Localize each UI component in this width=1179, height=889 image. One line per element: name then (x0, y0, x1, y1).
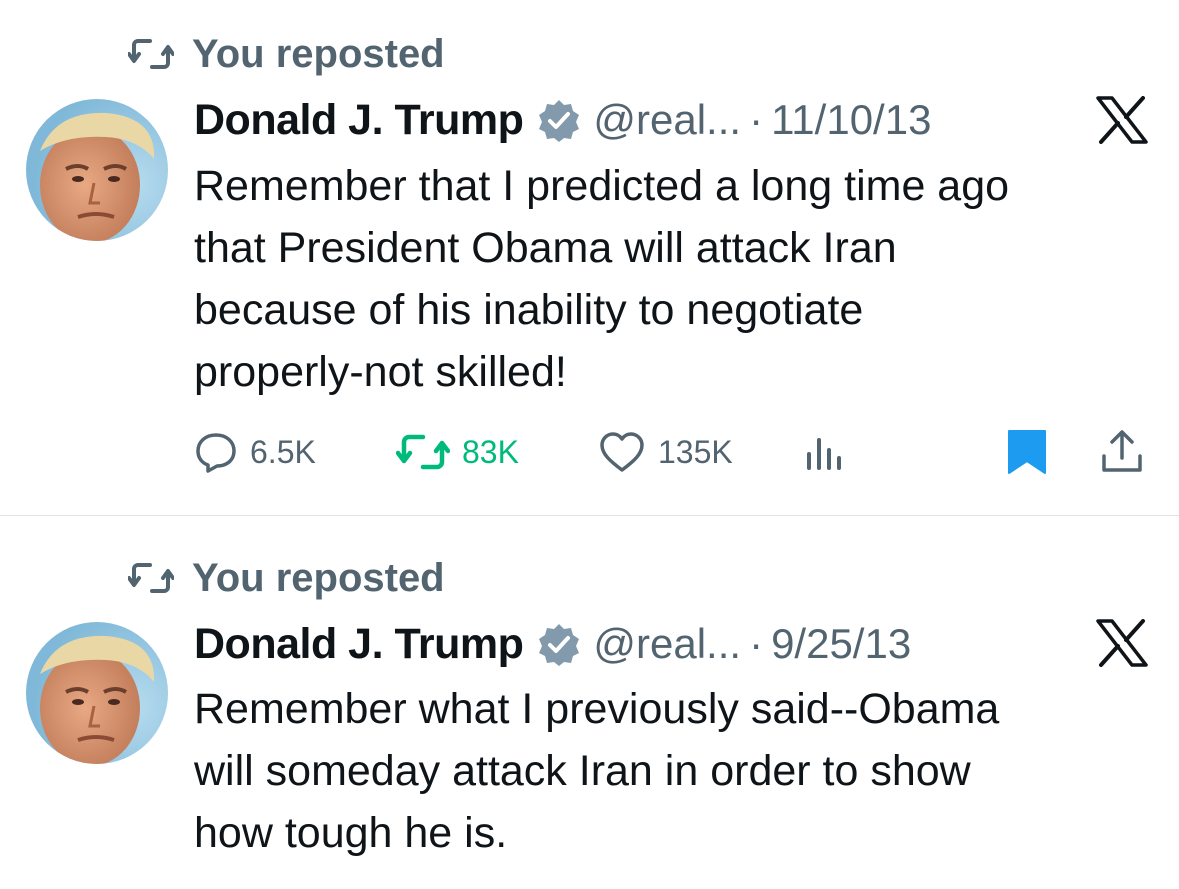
post-text: Remember that I predicted a long time ag… (194, 155, 1134, 403)
reply-count: 6.5K (250, 433, 316, 470)
views-button[interactable] (802, 422, 846, 482)
avatar[interactable] (26, 622, 168, 764)
post-text-line: Remember that I predicted a long time ag… (194, 162, 1010, 210)
reply-icon (196, 433, 236, 473)
post[interactable]: You reposted Donald J. Trump @real... · … (0, 517, 1179, 889)
post-text-line: Remember what I previously said--Obama (194, 685, 1000, 733)
post-header: Donald J. Trump @real... · 9/25/13 (194, 616, 911, 672)
like-count: 135K (658, 433, 733, 470)
repost-label: You reposted (192, 31, 445, 76)
bookmark-icon (1008, 430, 1046, 474)
avatar-image (26, 99, 168, 241)
repost-icon (128, 563, 174, 593)
x-logo-icon (1096, 619, 1148, 667)
post-text-line: properly-not skilled! (194, 348, 567, 396)
reply-button[interactable]: 6.5K (194, 422, 316, 482)
share-button[interactable] (1098, 422, 1146, 482)
repost-count: 83K (462, 433, 519, 470)
post-header: Donald J. Trump @real... · 11/10/13 (194, 92, 931, 148)
post-text: Remember what I previously said--Obama w… (194, 678, 1134, 864)
repost-icon (128, 39, 174, 69)
repost-context: You reposted (128, 553, 445, 603)
author-handle[interactable]: @real... (593, 620, 741, 668)
share-icon (1102, 430, 1142, 472)
repost-context: You reposted (128, 29, 445, 79)
post[interactable]: You reposted Donald J. Trump @real... · … (0, 0, 1179, 516)
post-date[interactable]: 11/10/13 (771, 96, 931, 144)
author-handle[interactable]: @real... (593, 96, 741, 144)
post-text-line: how tough he is. (194, 809, 508, 857)
post-text-line: will someday attack Iran in order to sho… (194, 747, 971, 795)
verified-badge-icon (539, 100, 580, 142)
post-text-line: because of his inability to negotiate (194, 286, 864, 334)
separator-dot: · (749, 96, 764, 143)
repost-label: You reposted (192, 555, 445, 600)
heart-icon (600, 432, 644, 472)
avatar-image (26, 622, 168, 764)
like-button[interactable]: 135K (598, 422, 733, 482)
repost-button[interactable]: 83K (396, 422, 519, 482)
post-text-line: that President Obama will attack Iran (194, 224, 897, 272)
x-logo-icon (1096, 96, 1148, 144)
post-date[interactable]: 9/25/13 (771, 620, 911, 668)
timeline-feed: You reposted Donald J. Trump @real... · … (0, 0, 1179, 889)
verified-badge-icon (539, 624, 580, 666)
post-actions: 6.5K 83K 135K (0, 422, 1179, 482)
repost-icon (396, 434, 450, 470)
avatar[interactable] (26, 99, 168, 241)
separator-dot: · (749, 620, 764, 667)
views-icon (807, 438, 841, 470)
bookmark-button[interactable] (1006, 422, 1048, 482)
author-name[interactable]: Donald J. Trump (194, 96, 524, 145)
author-name[interactable]: Donald J. Trump (194, 620, 524, 669)
